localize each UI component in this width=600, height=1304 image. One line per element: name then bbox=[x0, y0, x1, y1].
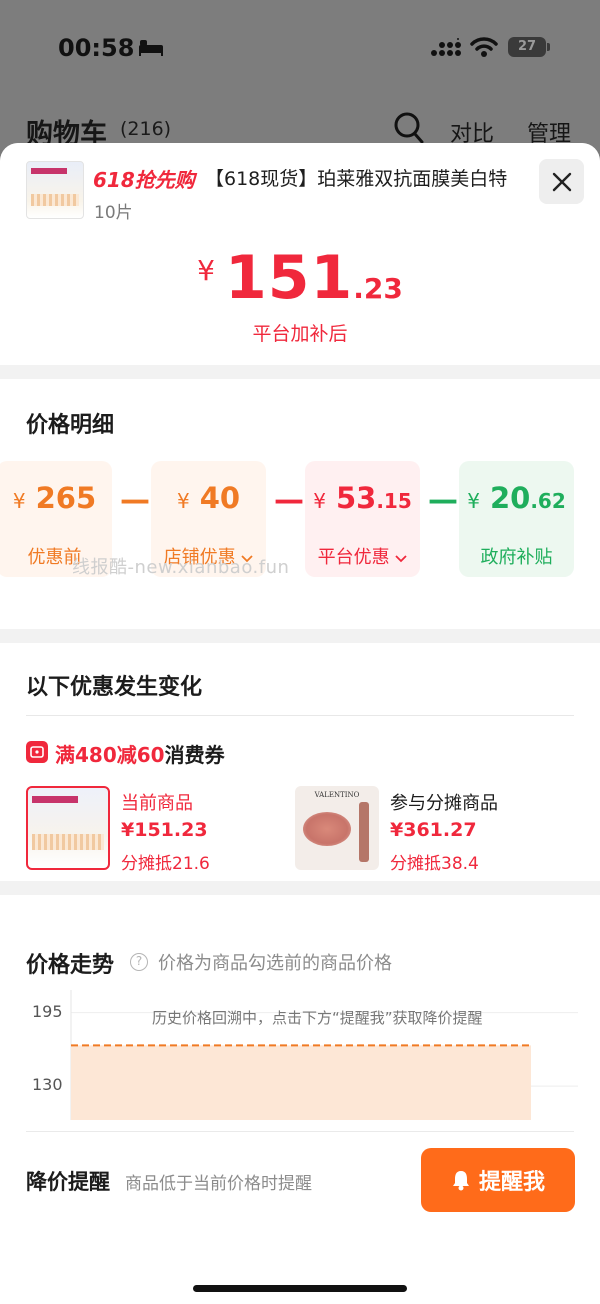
sleep-mode-icon bbox=[139, 40, 163, 56]
chevron-down-icon bbox=[395, 555, 407, 563]
price-integer: 151 bbox=[224, 243, 354, 313]
battery-icon: 27 bbox=[508, 37, 546, 57]
breakdown-label: 平台优惠 bbox=[305, 543, 420, 569]
current-product-image bbox=[26, 786, 110, 870]
shared-product-price: ¥361.27 bbox=[390, 819, 477, 841]
product-name: 【618现货】珀莱雅双抗面膜美白特 bbox=[205, 168, 508, 190]
reminder-title: 降价提醒 bbox=[26, 1170, 110, 1194]
bell-icon bbox=[452, 1171, 469, 1191]
price-trend-chart: 历史价格回溯中，点击下方“提醒我”获取降价提醒 195 130 bbox=[26, 990, 578, 1140]
breakdown-government-subsidy: ¥20.62 政府补贴 bbox=[459, 461, 574, 577]
status-time: 00:58 bbox=[58, 34, 135, 62]
shared-product-share: 分摊抵38.4 bbox=[390, 854, 479, 874]
final-price: ¥151.23 bbox=[0, 243, 600, 313]
price-trend-card: 价格走势 ? 价格为商品勾选前的商品价格 历史价格回溯中，点击下方“提醒我”获取… bbox=[0, 895, 600, 1304]
product-spec: 10片 bbox=[94, 203, 133, 223]
minus-sign: — bbox=[274, 483, 304, 518]
divider bbox=[26, 1131, 574, 1132]
search-icon[interactable] bbox=[394, 112, 424, 144]
breakdown-value: ¥20.62 bbox=[467, 481, 566, 515]
price-breakdown-card: 价格明细 ¥265 优惠前 — ¥40 店铺优惠 — ¥53.15 平台优惠 —… bbox=[0, 379, 600, 629]
minus-sign: — bbox=[120, 483, 150, 518]
divider bbox=[26, 715, 574, 716]
remind-me-button[interactable]: 提醒我 bbox=[421, 1148, 575, 1212]
lip-graphic bbox=[303, 812, 351, 846]
help-icon[interactable]: ? bbox=[130, 953, 148, 971]
shared-product-label: 参与分摊商品 bbox=[390, 793, 498, 814]
remind-me-label: 提醒我 bbox=[478, 1170, 545, 1195]
price-note: 平台加补后 bbox=[252, 323, 348, 345]
discount-change-card: 以下优惠发生变化 满480减60消费券 当前商品 ¥151.23 分摊抵21.6… bbox=[0, 643, 600, 881]
current-product-label: 当前商品 bbox=[121, 793, 193, 814]
signal-icon bbox=[431, 38, 461, 56]
product-summary-card: 618抢先购 【618现货】珀莱雅双抗面膜美白特 10片 ¥151.23 平台加… bbox=[0, 143, 600, 365]
thumb-strip bbox=[31, 194, 79, 206]
breakdown-value: ¥53.15 bbox=[313, 481, 412, 515]
price-area bbox=[71, 1045, 531, 1120]
price-trend-title: 价格走势 bbox=[26, 953, 115, 978]
lipstick-graphic bbox=[359, 802, 369, 862]
price-detail-title: 价格明细 bbox=[26, 413, 115, 438]
current-product-price: ¥151.23 bbox=[121, 819, 208, 841]
close-icon bbox=[552, 172, 571, 191]
cart-count: (216) bbox=[120, 118, 172, 140]
coupon-title: 满480减60消费券 bbox=[55, 743, 225, 767]
coupon-icon bbox=[26, 741, 48, 763]
y-tick-label: 195 bbox=[32, 1001, 63, 1021]
breakdown-platform-discount[interactable]: ¥53.15 平台优惠 bbox=[305, 461, 420, 577]
price-trend-subtitle: 价格为商品勾选前的商品价格 bbox=[158, 953, 392, 974]
current-product-share: 分摊抵21.6 bbox=[121, 854, 210, 874]
breakdown-value: ¥265 bbox=[12, 481, 97, 515]
chart-note: 历史价格回溯中，点击下方“提醒我”获取降价提醒 bbox=[152, 1009, 483, 1027]
home-indicator[interactable] bbox=[193, 1285, 407, 1292]
shared-product-image[interactable]: VALENTINO bbox=[295, 786, 379, 870]
watermark: 线报酷-new.xianbao.fun bbox=[72, 557, 290, 578]
price-decimal: .23 bbox=[353, 272, 403, 305]
battery-tip bbox=[547, 43, 550, 51]
discount-change-title: 以下优惠发生变化 bbox=[26, 675, 203, 700]
price-currency: ¥ bbox=[197, 254, 215, 287]
reminder-subtitle: 商品低于当前价格时提醒 bbox=[125, 1174, 312, 1194]
brand-logo: VALENTINO bbox=[314, 791, 360, 799]
wifi-icon bbox=[470, 37, 498, 57]
price-detail-sheet: 618抢先购 【618现货】珀莱雅双抗面膜美白特 10片 ¥151.23 平台加… bbox=[0, 143, 600, 1304]
thumb-band bbox=[31, 168, 67, 174]
minus-sign: — bbox=[428, 483, 458, 518]
breakdown-value: ¥40 bbox=[176, 481, 241, 515]
y-tick-label: 130 bbox=[32, 1075, 63, 1095]
close-button[interactable] bbox=[539, 159, 584, 204]
breakdown-label: 政府补贴 bbox=[480, 547, 553, 568]
product-thumbnail bbox=[26, 161, 84, 219]
promo-tag: 618抢先购 bbox=[93, 168, 195, 192]
